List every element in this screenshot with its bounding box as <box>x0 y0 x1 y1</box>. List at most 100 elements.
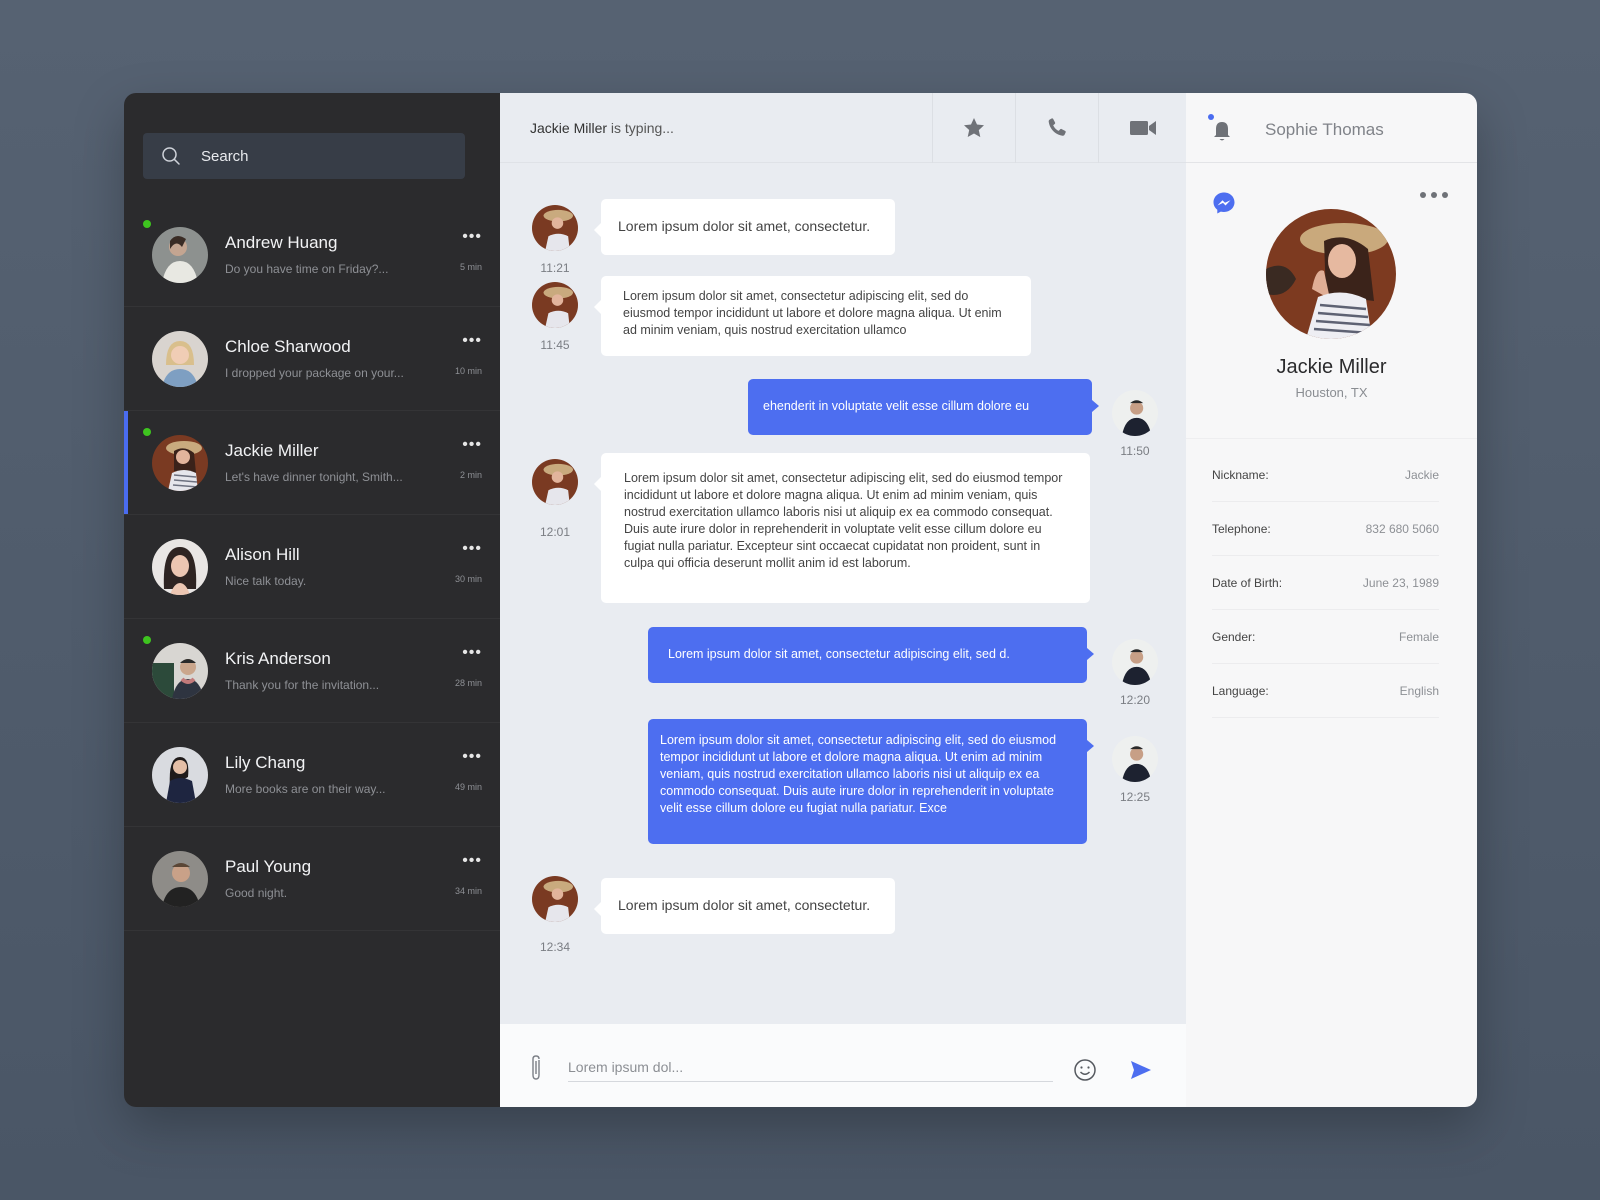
detail-value: Female <box>1398 629 1439 644</box>
sender-avatar <box>532 282 578 328</box>
bell-icon[interactable] <box>1212 120 1232 142</box>
contact-item-paul-young[interactable]: Paul Young Good night. ••• 34 min <box>124 827 500 931</box>
contact-time: 28 min <box>454 678 482 688</box>
search-icon <box>162 147 180 165</box>
detail-label: Nickname: <box>1212 467 1269 482</box>
sender-avatar <box>532 876 578 922</box>
messenger-icon[interactable] <box>1212 191 1236 215</box>
detail-row-date-of-birth: Date of Birth: June 23, 1989 <box>1212 556 1439 610</box>
contact-name: Paul Young <box>225 857 312 876</box>
online-status-dot <box>143 636 151 644</box>
contact-time: 30 min <box>454 574 482 584</box>
more-options-icon[interactable]: ••• <box>462 229 482 245</box>
detail-value: Jackie <box>1404 467 1439 482</box>
message-time: 12:34 <box>539 940 571 954</box>
my-avatar <box>1112 390 1158 436</box>
contact-name: Jackie Miller <box>225 441 319 460</box>
profile-avatar <box>1266 209 1396 339</box>
emoji-icon[interactable] <box>1073 1058 1097 1082</box>
avatar <box>152 746 208 803</box>
favorite-button[interactable] <box>932 93 1015 163</box>
my-avatar <box>1112 736 1158 782</box>
contact-item-andrew-huang[interactable]: Andrew Huang Do you have time on Friday?… <box>124 203 500 307</box>
online-status-dot <box>143 428 151 436</box>
phone-icon <box>1048 118 1066 136</box>
typing-name: Jackie Miller <box>530 119 608 136</box>
message-time: 11:45 <box>540 338 570 352</box>
message-bubble-outgoing: Lorem ipsum dolor sit amet, consectetur … <box>648 627 1094 683</box>
message-time: 12:01 <box>539 525 571 539</box>
avatar <box>152 850 208 907</box>
message-bubble-outgoing: Lorem ipsum dolor sit amet, consectetur … <box>648 719 1094 844</box>
search-placeholder: Search <box>201 147 249 165</box>
contacts-sidebar: Search Andrew Huang Do you have time on … <box>124 93 500 1107</box>
detail-value: 832 680 5060 <box>1365 521 1439 536</box>
avatar <box>152 538 208 595</box>
message-bubble-outgoing: ehenderit in voluptate velit esse cillum… <box>748 379 1099 435</box>
contact-name: Alison Hill <box>225 545 300 564</box>
profile-panel: Sophie Thomas Jackie Miller Houston, TX … <box>1186 93 1477 1107</box>
contact-time: 49 min <box>454 782 482 792</box>
avatar <box>152 642 208 699</box>
contact-item-lily-chang[interactable]: Lily Chang More books are on their way..… <box>124 723 500 827</box>
message-time: 12:20 <box>1119 693 1151 707</box>
star-icon <box>964 118 984 138</box>
message-bubble-incoming: Lorem ipsum dolor sit amet, consectetur … <box>594 276 1031 356</box>
send-icon[interactable] <box>1130 1060 1152 1080</box>
detail-label: Language: <box>1212 683 1269 698</box>
my-avatar <box>1112 639 1158 685</box>
detail-row-telephone: Telephone: 832 680 5060 <box>1212 502 1439 556</box>
contact-preview: Let's have dinner tonight, Smith... <box>225 470 403 484</box>
contact-item-chloe-sharwood[interactable]: Chloe Sharwood I dropped your package on… <box>124 307 500 411</box>
message-bubble-incoming: Lorem ipsum dolor sit amet, consectetur … <box>594 453 1090 603</box>
contact-time: 5 min <box>459 262 482 272</box>
detail-label: Gender: <box>1212 629 1256 644</box>
more-options-icon[interactable]: ••• <box>462 749 482 765</box>
detail-label: Telephone: <box>1212 521 1271 536</box>
more-options-icon[interactable]: ••• <box>462 541 482 557</box>
sender-avatar <box>532 459 578 505</box>
contact-name: Kris Anderson <box>225 649 331 668</box>
contact-time: 2 min <box>459 470 482 480</box>
chat-panel: Jackie Miller is typing... 11:21 Lorem i… <box>500 93 1186 1107</box>
chat-header: Jackie Miller is typing... <box>500 93 1186 163</box>
message-thread: 11:21 Lorem ipsum dolor sit amet, consec… <box>500 163 1186 1024</box>
more-options-icon[interactable]: ••• <box>462 853 482 869</box>
more-options-icon[interactable]: ••• <box>462 645 482 661</box>
profile-name: Jackie Miller <box>1276 356 1387 378</box>
more-options-icon[interactable] <box>1419 191 1449 199</box>
paperclip-icon[interactable] <box>528 1054 544 1082</box>
detail-row-language: Language: English <box>1212 664 1439 718</box>
more-options-icon[interactable]: ••• <box>462 437 482 453</box>
avatar <box>152 330 208 387</box>
detail-value: June 23, 1989 <box>1362 575 1439 590</box>
search-input[interactable]: Search <box>143 133 465 179</box>
profile-location: Houston, TX <box>1295 385 1368 400</box>
video-call-button[interactable] <box>1098 93 1186 163</box>
messenger-app: Search Andrew Huang Do you have time on … <box>124 93 1477 1107</box>
message-bubble-incoming: Lorem ipsum dolor sit amet, consectetur. <box>594 878 895 934</box>
contact-time: 10 min <box>454 366 482 376</box>
avatar <box>152 434 208 491</box>
detail-row-gender: Gender: Female <box>1212 610 1439 664</box>
call-button[interactable] <box>1015 93 1098 163</box>
profile-header: Sophie Thomas <box>1186 93 1477 163</box>
current-user-name[interactable]: Sophie Thomas <box>1265 120 1384 140</box>
message-time: 12:25 <box>1119 790 1151 804</box>
detail-value: English <box>1399 683 1439 698</box>
more-options-icon[interactable]: ••• <box>462 333 482 349</box>
contact-list: Andrew Huang Do you have time on Friday?… <box>124 203 500 931</box>
message-input[interactable] <box>568 1052 1053 1082</box>
profile-card: Jackie Miller Houston, TX <box>1186 163 1477 439</box>
contact-item-jackie-miller[interactable]: Jackie Miller Let's have dinner tonight,… <box>124 411 500 515</box>
video-camera-icon <box>1129 121 1156 135</box>
contact-name: Lily Chang <box>225 753 306 772</box>
message-bubble-incoming: Lorem ipsum dolor sit amet, consectetur. <box>594 199 895 255</box>
sender-avatar <box>532 205 578 251</box>
message-time: 11:50 <box>1120 444 1150 458</box>
message-time: 11:21 <box>540 261 570 275</box>
online-status-dot <box>143 220 151 228</box>
contact-item-alison-hill[interactable]: Alison Hill Nice talk today. ••• 30 min <box>124 515 500 619</box>
contact-item-kris-anderson[interactable]: Kris Anderson Thank you for the invitati… <box>124 619 500 723</box>
contact-name: Chloe Sharwood <box>225 337 351 356</box>
